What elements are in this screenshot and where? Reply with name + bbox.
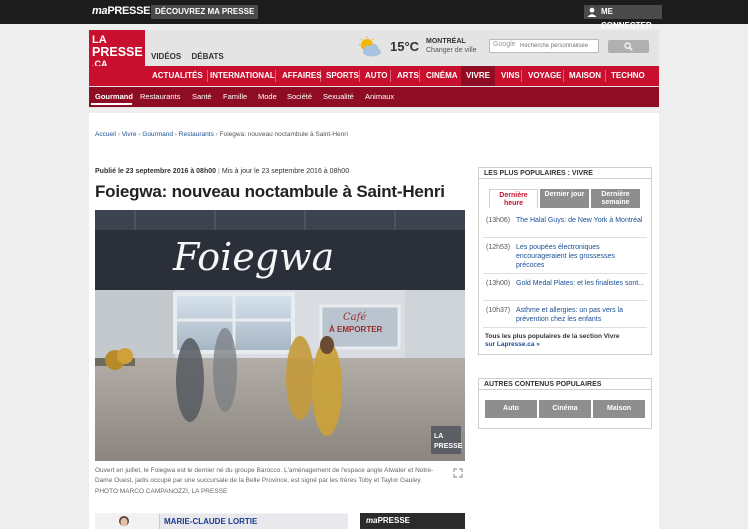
list-divider (483, 237, 647, 238)
subnav-famille[interactable]: Famille (223, 87, 247, 107)
nav-vivre[interactable]: VIVRE (461, 66, 495, 86)
breadcrumb-separator: › (117, 131, 120, 138)
breadcrumb-separator: › (215, 131, 218, 138)
subnav-mode[interactable]: Mode (258, 87, 277, 107)
breadcrumb-gourmand[interactable]: Gourmand (142, 131, 173, 138)
search-input[interactable] (520, 41, 596, 51)
subnav-societe[interactable]: Société (287, 87, 312, 107)
weather-city: MONTRÉAL (426, 38, 466, 45)
weather-temperature: 15°C (390, 39, 420, 54)
weather-widget[interactable]: 15°C MONTRÉAL Changer de ville (356, 35, 484, 61)
sub-navigation: Gourmand Restaurants Santé Famille Mode … (89, 87, 659, 107)
breadcrumb-accueil[interactable]: Accueil (95, 131, 116, 138)
tab-derniere-semaine[interactable]: Dernière semaine (591, 189, 640, 208)
google-label: Google (493, 41, 516, 48)
date-divider: | (218, 168, 220, 175)
debats-link[interactable]: DÉBATS (191, 52, 223, 61)
breadcrumb-vivre[interactable]: Vivre (122, 131, 137, 138)
list-divider (483, 327, 647, 328)
nav-arts[interactable]: ARTS (397, 66, 419, 86)
nav-actualites[interactable]: ACTUALITÉS (152, 66, 203, 86)
nav-divider (521, 70, 522, 82)
list-divider (483, 273, 647, 274)
breadcrumb-separator: › (174, 131, 177, 138)
subnav-animaux[interactable]: Animaux (365, 87, 394, 107)
maison-button[interactable]: Maison (593, 400, 645, 418)
search-icon (624, 42, 633, 51)
breadcrumb: Accueil › Vivre › Gourmand › Restaurants… (95, 131, 348, 138)
active-subnav-indicator (91, 103, 132, 105)
list-divider (483, 300, 647, 301)
partly-cloudy-icon (359, 36, 381, 57)
login-button[interactable]: ME CONNECTER (584, 5, 662, 30)
popular-footer-link[interactable]: sur Lapresse.ca » (485, 341, 645, 349)
search-button[interactable] (608, 40, 649, 53)
nav-auto[interactable]: AUTO (365, 66, 388, 86)
photo-window-script: Café (343, 312, 366, 323)
top-bar: maPRESSE DÉCOUVREZ MA PRESSE ME CONNECTE… (0, 0, 748, 30)
search-box: Google (489, 39, 599, 53)
popular-footer[interactable]: Tous les plus populaires de la section V… (485, 333, 645, 349)
article-title: Foiegwa: nouveau noctambule à Saint-Henr… (95, 182, 445, 201)
change-city-link[interactable]: Changer de ville (426, 47, 477, 54)
auto-button[interactable]: Auto (485, 400, 537, 418)
nav-international[interactable]: INTERNATIONAL (210, 66, 275, 86)
other-popular-heading: AUTRES CONTENUS POPULAIRES (479, 379, 651, 390)
mapresse-prefix: ma (366, 516, 378, 525)
photo-caption: Ouvert en juillet, le Foiegwa est le der… (95, 467, 434, 484)
subnav-restaurants[interactable]: Restaurants (140, 87, 180, 107)
nav-voyage[interactable]: VOYAGE (528, 66, 562, 86)
expand-icon[interactable] (453, 468, 463, 478)
nav-divider (390, 70, 391, 82)
article-photo[interactable]: Foiegwa Café À EMPORTER LA PRESSE (95, 210, 465, 461)
nav-affaires[interactable]: AFFAIRES (282, 66, 322, 86)
most-popular-box: LES PLUS POPULAIRES : VIVRE Dernière heu… (478, 167, 652, 355)
videos-link[interactable]: VIDÉOS (151, 52, 181, 61)
nav-divider (419, 70, 420, 82)
main-navigation: ACTUALITÉS INTERNATIONAL AFFAIRES SPORTS… (89, 66, 659, 86)
other-popular-box: AUTRES CONTENUS POPULAIRES Auto Cinéma M… (478, 378, 652, 429)
avatar (119, 516, 129, 527)
nav-divider (359, 70, 360, 82)
subnav-sexualite[interactable]: Sexualité (323, 87, 354, 107)
storefront-photo: Foiegwa Café À EMPORTER LA PRESSE (95, 210, 465, 461)
user-icon (587, 7, 597, 17)
nav-vins[interactable]: VINS (501, 66, 520, 86)
tab-dernier-jour[interactable]: Dernier jour (540, 189, 589, 208)
nav-divider (207, 70, 208, 82)
breadcrumb-separator: › (138, 131, 141, 138)
updated-date: Mis à jour le 23 septembre 2016 à 08h00 (221, 168, 350, 175)
photo-window-text: À EMPORTER (329, 325, 383, 334)
mapresse-banner[interactable]: maPRESSE (360, 513, 465, 529)
photo-watermark-presse: PRESSE (434, 443, 463, 450)
nav-sports[interactable]: SPORTS (326, 66, 359, 86)
nav-cinema[interactable]: CINÉMA (426, 66, 458, 86)
author-box: MARIE-CLAUDE LORTIE (95, 513, 348, 529)
header-top-links: VIDÉOS DÉBATS (151, 52, 232, 61)
breadcrumb-current: Foiegwa: nouveau noctambule à Saint-Henr… (219, 131, 348, 138)
nav-techno[interactable]: TECHNO (611, 66, 645, 86)
nav-maison[interactable]: MAISON (569, 66, 601, 86)
mapresse-logo[interactable]: maPRESSE (92, 5, 150, 17)
discover-mapresse-button[interactable]: DÉCOUVREZ MA PRESSE (151, 5, 259, 19)
nav-divider (320, 70, 321, 82)
nav-divider (605, 70, 606, 82)
cinema-button[interactable]: Cinéma (539, 400, 591, 418)
most-popular-heading: LES PLUS POPULAIRES : VIVRE (479, 168, 651, 179)
published-date: Publié le 23 septembre 2016 à 08h00 (95, 168, 217, 175)
nav-divider (275, 70, 276, 82)
breadcrumb-restaurants[interactable]: Restaurants (179, 131, 214, 138)
nav-divider (563, 70, 564, 82)
content-area: Accueil › Vivre › Gourmand › Restaurants… (89, 113, 659, 529)
photo-sign-text: Foiegwa (172, 235, 334, 279)
article: Publié le 23 septembre 2016 à 08h00 | Mis … (95, 168, 465, 495)
subnav-sante[interactable]: Santé (192, 87, 212, 107)
author-name[interactable]: MARIE-CLAUDE LORTIE (159, 514, 348, 529)
photo-credit: PHOTO MARCO CAMPANOZZI, LA PRESSE (95, 488, 228, 495)
publication-line: Publié le 23 septembre 2016 à 08h00 | Mis … (95, 168, 465, 175)
photo-watermark-la: LA (434, 433, 443, 440)
tab-derniere-heure[interactable]: Dernière heure (489, 189, 538, 208)
